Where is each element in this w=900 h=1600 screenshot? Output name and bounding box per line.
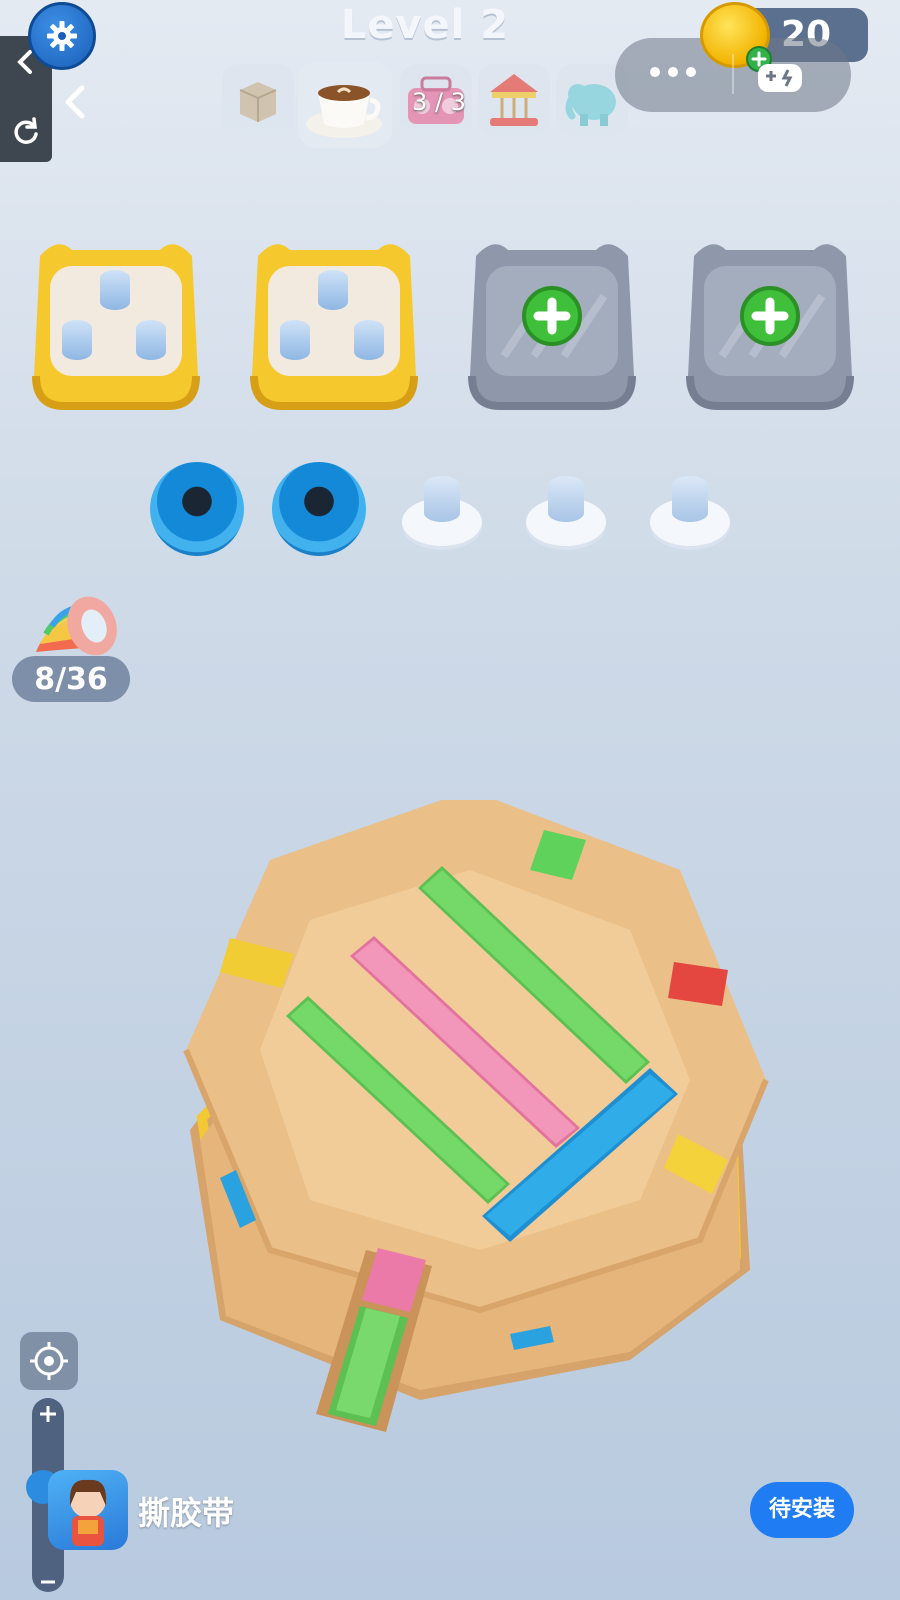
peg-icon bbox=[424, 476, 460, 522]
category-box[interactable] bbox=[222, 64, 294, 136]
category-progress: 3 / 3 bbox=[412, 88, 466, 116]
gear-icon bbox=[47, 21, 77, 51]
peg-icon bbox=[318, 270, 348, 310]
dot-icon bbox=[650, 67, 660, 77]
blue-ring-slot-2[interactable] bbox=[272, 462, 366, 556]
ad-app-name[interactable]: 撕胶带 bbox=[138, 1488, 234, 1534]
cardboard-box-icon bbox=[239, 82, 277, 122]
crosshair-icon bbox=[30, 1342, 68, 1380]
settings-button[interactable] bbox=[28, 2, 96, 70]
back-arrow-icon[interactable] bbox=[60, 84, 90, 120]
toolbox-frame-icon bbox=[686, 244, 854, 410]
puzzle-board bbox=[183, 800, 769, 1432]
peg-icon bbox=[136, 320, 166, 360]
peg-icon bbox=[62, 320, 92, 360]
rainbow-tape-icon bbox=[36, 596, 117, 656]
tape-counter: 8/36 bbox=[34, 662, 108, 697]
toolbox-slot-2[interactable] bbox=[246, 236, 422, 416]
peg-icon bbox=[280, 320, 310, 360]
toolbox-frame-icon bbox=[32, 244, 200, 410]
install-button[interactable]: 待安装 bbox=[750, 1482, 854, 1538]
peg-icon bbox=[354, 320, 384, 360]
dot-icon bbox=[686, 67, 696, 77]
empty-ring-slot-5[interactable] bbox=[650, 476, 730, 556]
more-menu-button[interactable] bbox=[650, 62, 704, 81]
level-title: Level 2 bbox=[340, 2, 510, 48]
restart-icon[interactable] bbox=[10, 116, 42, 148]
capsule-divider bbox=[732, 54, 734, 94]
peg-icon bbox=[100, 270, 130, 310]
category-carousel[interactable] bbox=[478, 64, 550, 136]
carousel-icon bbox=[490, 74, 538, 126]
peg-icon bbox=[672, 476, 708, 522]
toolbox-slot-1[interactable] bbox=[28, 236, 204, 416]
girl-character-icon bbox=[70, 1479, 106, 1546]
recenter-button[interactable] bbox=[20, 1332, 78, 1390]
toolbox-frame-icon bbox=[250, 244, 418, 410]
coffee-cup-icon bbox=[306, 85, 382, 138]
empty-ring-slot-4[interactable] bbox=[526, 476, 606, 556]
dot-icon bbox=[668, 67, 678, 77]
empty-ring-slot-3[interactable] bbox=[402, 476, 482, 556]
gamepad-icon[interactable] bbox=[756, 56, 804, 96]
locked-toolbox-slot-4[interactable] bbox=[682, 236, 858, 416]
locked-toolbox-slot-3[interactable] bbox=[464, 236, 640, 416]
ad-app-icon[interactable] bbox=[48, 1470, 128, 1550]
category-coffee[interactable] bbox=[298, 62, 392, 148]
peg-icon bbox=[548, 476, 584, 522]
blue-ring-slot-1[interactable] bbox=[150, 462, 244, 556]
toolbox-frame-icon bbox=[468, 244, 636, 410]
